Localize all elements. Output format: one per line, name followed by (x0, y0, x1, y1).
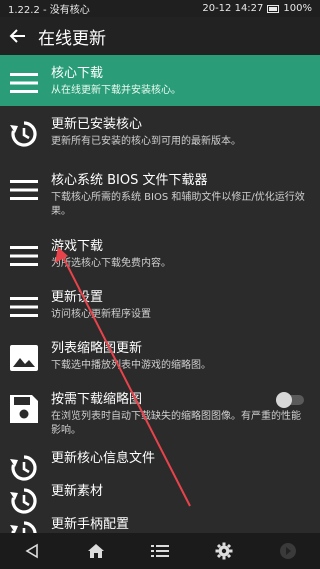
settings-gear-icon[interactable] (204, 533, 244, 569)
menu-item-text: 列表缩略图更新下载选中播放列表中游戏的缩略图。 (51, 340, 320, 373)
menu-item-label: 更新手柄配置 (51, 517, 130, 532)
menu-item-description: 为所选核心下载免费内容。 (51, 258, 171, 269)
status-time: 20-12 14:27 (202, 3, 264, 14)
circle-icon[interactable] (268, 533, 308, 569)
menu-item-text: 更新已安装核心更新所有已安装的核心到可用的最新版本。 (51, 116, 320, 149)
menu-item-text: 更新设置访问核心更新程序设置 (51, 289, 320, 322)
hamburger-icon (4, 172, 44, 208)
menu-item[interactable]: 游戏下载为所选核心下载免费内容。 (0, 228, 320, 279)
list-icon[interactable] (140, 533, 180, 569)
menu-item[interactable]: 更新设置访问核心更新程序设置 (0, 279, 320, 330)
menu-item-description: 下载核心所需的系统 BIOS 和辅助文件以修正/优化运行效果。 (51, 192, 305, 217)
menu-item[interactable]: 更新手柄配置 (0, 512, 320, 533)
menu-item[interactable]: 核心下载从在线更新下载并安装核心。 (0, 55, 320, 106)
menu-item-label: 列表缩略图更新 (51, 341, 143, 356)
menu-item[interactable]: 更新素材 (0, 479, 320, 514)
battery-icon (267, 4, 280, 13)
menu-item-label: 核心下载 (51, 66, 104, 81)
menu-item-label: 更新素材 (51, 484, 104, 499)
settings-menu: 核心下载从在线更新下载并安装核心。更新已安装核心更新所有已安装的核心到可用的最新… (0, 55, 320, 533)
menu-item-label: 核心系统 BIOS 文件下载器 (51, 173, 208, 188)
status-left-text: 1.22.2 - 没有核心 (8, 5, 90, 16)
menu-item-text: 核心系统 BIOS 文件下载器下载核心所需的系统 BIOS 和辅助文件以修正/优… (51, 172, 320, 219)
menu-item[interactable]: 核心系统 BIOS 文件下载器下载核心所需的系统 BIOS 和辅助文件以修正/优… (0, 162, 320, 228)
app-bar: 在线更新 (0, 17, 320, 55)
menu-item-text: 游戏下载为所选核心下载免费内容。 (51, 238, 320, 271)
menu-item-text: 核心下载从在线更新下载并安装核心。 (51, 65, 320, 98)
status-battery: 100% (283, 3, 312, 14)
menu-item-text: 更新素材 (51, 483, 320, 500)
menu-item[interactable]: 按需下载缩略图在浏览列表时自动下载缺失的缩略图图像。有严重的性能影响。 (0, 381, 320, 446)
home-icon[interactable] (76, 533, 116, 569)
image-icon (4, 340, 44, 376)
menu-item-label: 更新设置 (51, 290, 104, 305)
menu-item-label: 游戏下载 (51, 239, 104, 254)
page-title: 在线更新 (38, 28, 106, 49)
arrow-left-icon[interactable] (4, 17, 32, 55)
status-bar: 1.22.2 - 没有核心 20-12 14:27 100% (0, 0, 320, 17)
menu-item-description: 访问核心更新程序设置 (51, 309, 151, 320)
back-triangle-icon[interactable] (12, 533, 52, 569)
menu-item-label: 按需下载缩略图 (51, 392, 143, 407)
status-right: 20-12 14:27 100% (202, 3, 312, 14)
hamburger-icon (4, 238, 44, 274)
menu-item-description: 从在线更新下载并安装核心。 (51, 85, 181, 96)
menu-item-description: 在浏览列表时自动下载缺失的缩略图图像。有严重的性能影响。 (51, 411, 301, 436)
hamburger-icon (4, 289, 44, 325)
floppy-icon (4, 391, 44, 427)
hamburger-icon (4, 65, 44, 101)
menu-item-text: 更新手柄配置 (51, 516, 320, 533)
bottom-nav-bar (0, 533, 320, 569)
menu-item[interactable]: 更新核心信息文件 (0, 446, 320, 481)
menu-item-label: 更新已安装核心 (51, 117, 143, 132)
menu-item[interactable]: 列表缩略图更新下载选中播放列表中游戏的缩略图。 (0, 330, 320, 381)
thumbnail-toggle-switch[interactable] (276, 392, 304, 408)
menu-item-description: 更新所有已安装的核心到可用的最新版本。 (51, 136, 241, 147)
menu-item-text: 更新核心信息文件 (51, 450, 320, 467)
menu-item[interactable]: 更新已安装核心更新所有已安装的核心到可用的最新版本。 (0, 106, 320, 162)
toggle-knob (276, 392, 292, 408)
refresh-icon (4, 116, 44, 152)
refresh-icon (4, 516, 44, 533)
menu-item-label: 更新核心信息文件 (51, 451, 156, 466)
menu-item-description: 下载选中播放列表中游戏的缩略图。 (51, 360, 211, 371)
